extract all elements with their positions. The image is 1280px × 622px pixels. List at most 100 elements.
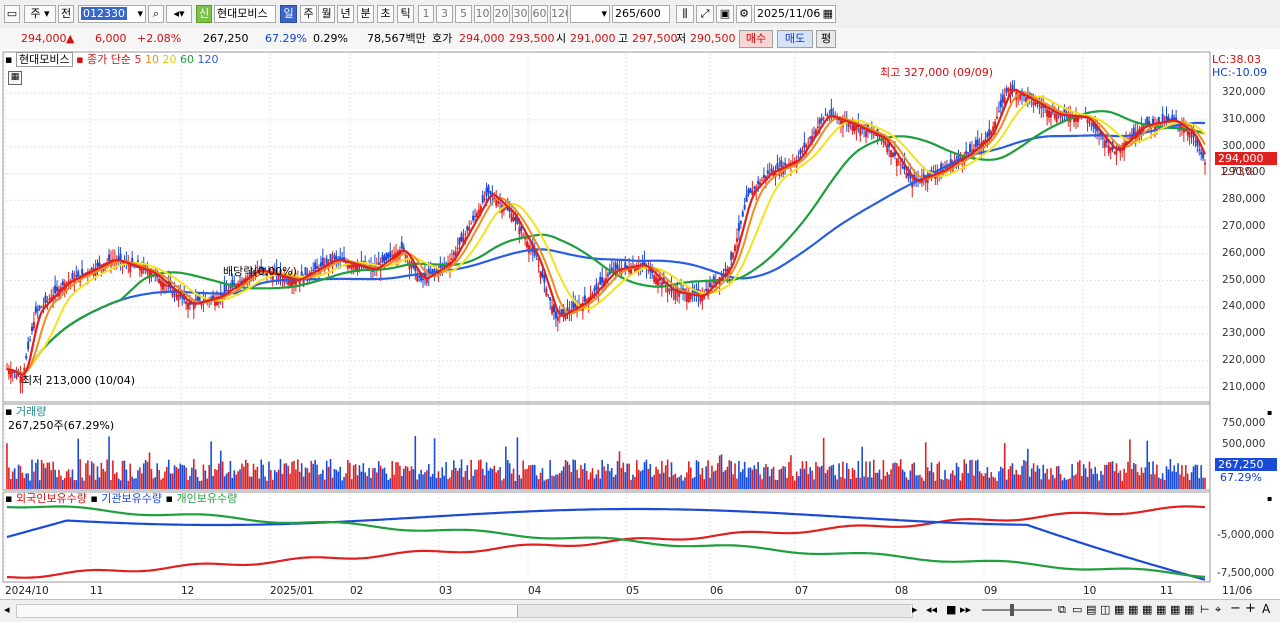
interval-button[interactable]: 5: [455, 5, 472, 23]
search-icon[interactable]: ⌕: [148, 5, 164, 23]
legend-ma20[interactable]: 20: [163, 53, 177, 66]
legend-ma-label[interactable]: 종가 단순: [87, 53, 131, 66]
date-field[interactable]: 2025/11/06 ▦: [754, 5, 836, 23]
candle-body: [146, 271, 149, 273]
zoom-in-icon[interactable]: +: [1245, 602, 1256, 616]
panel-close-icon[interactable]: ▪: [1267, 406, 1272, 419]
panel-icon[interactable]: ▤: [1086, 603, 1096, 617]
volume-bar: [1163, 479, 1166, 489]
volume-bar: [472, 475, 474, 489]
legend-institution[interactable]: 기관보유수량: [101, 492, 162, 505]
volume-bar: [71, 469, 74, 489]
speaker-icon[interactable]: ◂▾: [166, 5, 192, 23]
volume-title-text[interactable]: 거래량: [16, 405, 46, 418]
interval-button[interactable]: 60: [531, 5, 548, 23]
zoom-slider[interactable]: [982, 604, 1052, 616]
period-tab[interactable]: 월: [318, 5, 335, 23]
interval-button[interactable]: 120: [550, 5, 568, 23]
volume-bar: [803, 468, 806, 489]
period-tab[interactable]: 초: [377, 5, 394, 23]
interval-button[interactable]: 30: [512, 5, 529, 23]
grid-icon[interactable]: ▦: [1128, 603, 1138, 617]
scale-icon[interactable]: ⤢: [696, 5, 714, 23]
legend-stock-name[interactable]: 현대모비스: [15, 52, 73, 67]
candle-body: [647, 269, 650, 271]
table-icon[interactable]: ▦: [8, 71, 22, 85]
ruler-icon[interactable]: ⊢: [1200, 603, 1210, 617]
zoom-handle[interactable]: [1010, 604, 1014, 616]
candle-icon[interactable]: ⫼: [676, 5, 694, 23]
candle-body: [1171, 115, 1174, 120]
volume-bar: [1117, 472, 1120, 489]
volume-bar: [551, 475, 553, 489]
play-icon[interactable]: ▸: [912, 603, 918, 617]
candle-body: [859, 127, 862, 136]
volume-bar: [819, 467, 821, 489]
period-tab[interactable]: 분: [357, 5, 374, 23]
stock-name-field[interactable]: 현대모비스: [214, 5, 276, 23]
grid-icon[interactable]: ▦: [1142, 603, 1152, 617]
volume-bar: [701, 468, 704, 489]
save-icon[interactable]: ▣: [716, 5, 734, 23]
interval-button[interactable]: 10: [474, 5, 491, 23]
credit-badge[interactable]: 신: [196, 5, 212, 23]
hold-tick-5m: -5,000,000: [1217, 529, 1275, 541]
interval-button[interactable]: 20: [493, 5, 510, 23]
volume-bar: [466, 465, 469, 489]
layout-icon[interactable]: ⧉: [1058, 603, 1066, 617]
legend-ma10[interactable]: 10: [145, 53, 159, 66]
auto-scale-icon[interactable]: A: [1262, 602, 1270, 616]
window-icon[interactable]: ▭: [4, 5, 20, 23]
grid-icon[interactable]: ▦: [1184, 603, 1194, 617]
scroll-track[interactable]: [16, 604, 913, 618]
window-icon[interactable]: ▭: [1072, 603, 1082, 617]
legend-foreign[interactable]: 외국인보유수량: [16, 492, 87, 505]
gear-icon[interactable]: ⚙: [736, 5, 752, 23]
stop-icon[interactable]: ■: [946, 603, 956, 617]
volume-bar: [1152, 461, 1154, 489]
legend-ma5[interactable]: 5: [135, 53, 142, 66]
legend-ma60[interactable]: 60: [180, 53, 194, 66]
sell-button[interactable]: 매도: [777, 30, 813, 48]
scroll-left-icon[interactable]: ◂: [4, 603, 10, 617]
grid-icon[interactable]: ▦: [1156, 603, 1166, 617]
buy-button[interactable]: 매수: [739, 30, 773, 48]
period-select[interactable]: 주 ▾: [24, 5, 56, 23]
interval-button[interactable]: 3: [436, 5, 453, 23]
legend-ma120[interactable]: 120: [198, 53, 219, 66]
candle-body: [905, 172, 908, 178]
zoom-out-icon[interactable]: −: [1230, 602, 1241, 616]
forward-icon[interactable]: ▸▸: [960, 603, 971, 617]
period-tab[interactable]: 틱: [397, 5, 414, 23]
stock-code-input[interactable]: 012330 ▾: [78, 5, 146, 23]
volume-bar: [254, 469, 257, 489]
grid-icon[interactable]: ▦: [1114, 603, 1124, 617]
scroll-thumb[interactable]: [517, 605, 911, 617]
volume-bar: [940, 479, 942, 489]
blank-select[interactable]: ▾: [570, 5, 610, 23]
grid-icon[interactable]: ▦: [1170, 603, 1180, 617]
interval-button[interactable]: 1: [418, 5, 434, 23]
volume-bar: [930, 462, 933, 489]
stock-chart[interactable]: [0, 49, 1280, 599]
period-tab[interactable]: 주: [300, 5, 317, 23]
split-icon[interactable]: ◫: [1100, 603, 1110, 617]
volume-bar: [849, 479, 852, 489]
count-field[interactable]: 265/600: [612, 5, 670, 23]
period-tab[interactable]: 일: [280, 5, 297, 23]
candle-body: [129, 265, 132, 273]
panel-close-icon[interactable]: ▪: [1267, 492, 1272, 505]
x-tick-label: 11: [1160, 585, 1174, 597]
adjust-select[interactable]: 전: [58, 5, 74, 23]
average-button[interactable]: 평: [816, 30, 836, 48]
volume-bar: [329, 459, 332, 489]
legend-individual[interactable]: 개인보유수량: [176, 492, 237, 505]
volume-bar: [946, 478, 948, 489]
rewind-icon[interactable]: ◂◂: [926, 603, 937, 617]
chevron-down-icon: ▾: [601, 7, 607, 20]
volume-bar: [454, 467, 457, 489]
volume-bar: [241, 463, 243, 489]
period-tab[interactable]: 년: [337, 5, 354, 23]
volume-bar: [1138, 475, 1141, 489]
crosshair-icon[interactable]: ⌖: [1215, 603, 1221, 617]
